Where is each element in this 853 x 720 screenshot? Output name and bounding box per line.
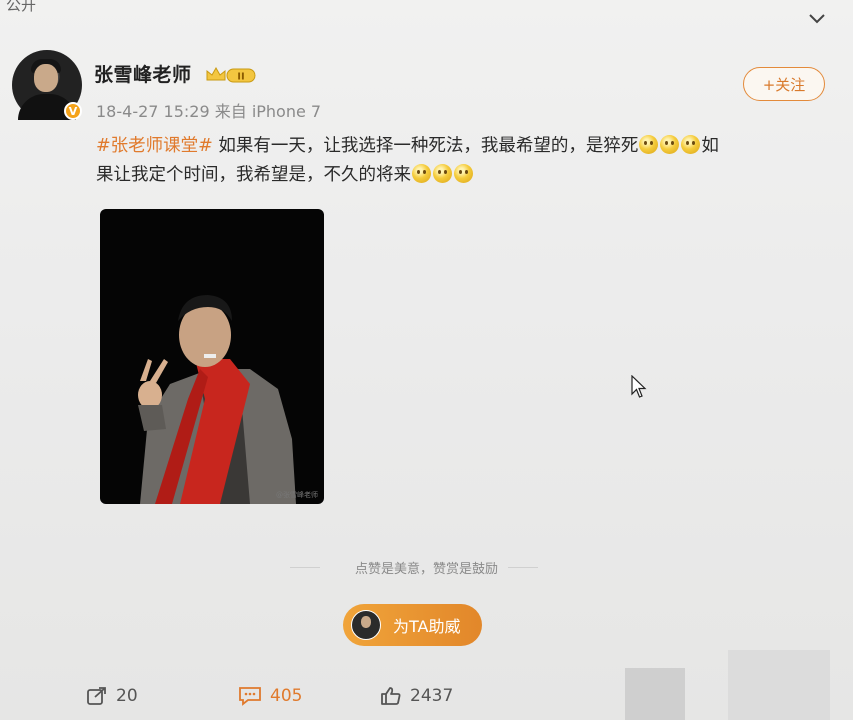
repost-count: 20 (116, 686, 138, 706)
smile-emoji-icon (412, 164, 431, 183)
smile-emoji-icon (660, 135, 680, 154)
verified-badge: V (64, 102, 82, 120)
post-meta: 18-4-27 15:29 来自 iPhone 7 (96, 98, 321, 122)
photo-watermark: @张雪峰老师 (276, 491, 318, 499)
comment-count: 405 (270, 686, 303, 706)
post-text-line1-end: 如 (701, 136, 719, 156)
cheer-avatar (351, 610, 381, 640)
reward-divider-text: 点赞是美意，赞赏是鼓励 (354, 562, 498, 577)
photo-man-red-scarf (138, 295, 296, 504)
comment-icon (239, 687, 261, 706)
divider-right (508, 567, 538, 568)
post-text-line2: 果让我定个时间，我希望是，不久的将来 (96, 165, 411, 185)
repost-icon (87, 687, 106, 705)
post-text-line1: 如果有一天，让我选择一种死法，我最希望的，是猝死 (212, 136, 639, 156)
censor-block (625, 668, 685, 720)
repost-action[interactable]: 20 (86, 686, 138, 706)
follow-button[interactable]: +关注 (743, 67, 825, 101)
cheer-button-label: 为TA助威 (393, 617, 461, 636)
author-name[interactable]: 张雪峰老师 (94, 60, 192, 87)
censor-block (728, 650, 830, 720)
like-count: 2437 (410, 686, 454, 706)
chevron-down-icon[interactable] (808, 12, 826, 26)
hashtag-link[interactable]: #张老师课堂# (96, 136, 213, 156)
comment-action[interactable]: 405 (238, 686, 302, 706)
post-photo[interactable]: @张雪峰老师 (100, 209, 324, 504)
smile-emoji-icon (681, 135, 701, 154)
smile-emoji-icon (639, 135, 659, 154)
post-timestamp: 18-4-27 15:29 (96, 102, 210, 121)
thumbs-up-icon (381, 687, 401, 705)
smile-emoji-icon (454, 164, 473, 183)
visibility-label: 公开 (6, 0, 37, 14)
mouse-cursor-icon (631, 375, 647, 398)
member-crown-icon[interactable]: II (205, 66, 257, 84)
post-source: 来自 iPhone 7 (214, 102, 322, 121)
like-action[interactable]: 2437 (380, 686, 453, 706)
cheer-button[interactable]: 为TA助威 (343, 604, 482, 646)
member-level-text: II (237, 72, 244, 83)
post-body: #张老师课堂# 如果有一天，让我选择一种死法，我最希望的，是猝死 如 果让我定个时… (96, 132, 818, 190)
smile-emoji-icon (433, 164, 452, 183)
